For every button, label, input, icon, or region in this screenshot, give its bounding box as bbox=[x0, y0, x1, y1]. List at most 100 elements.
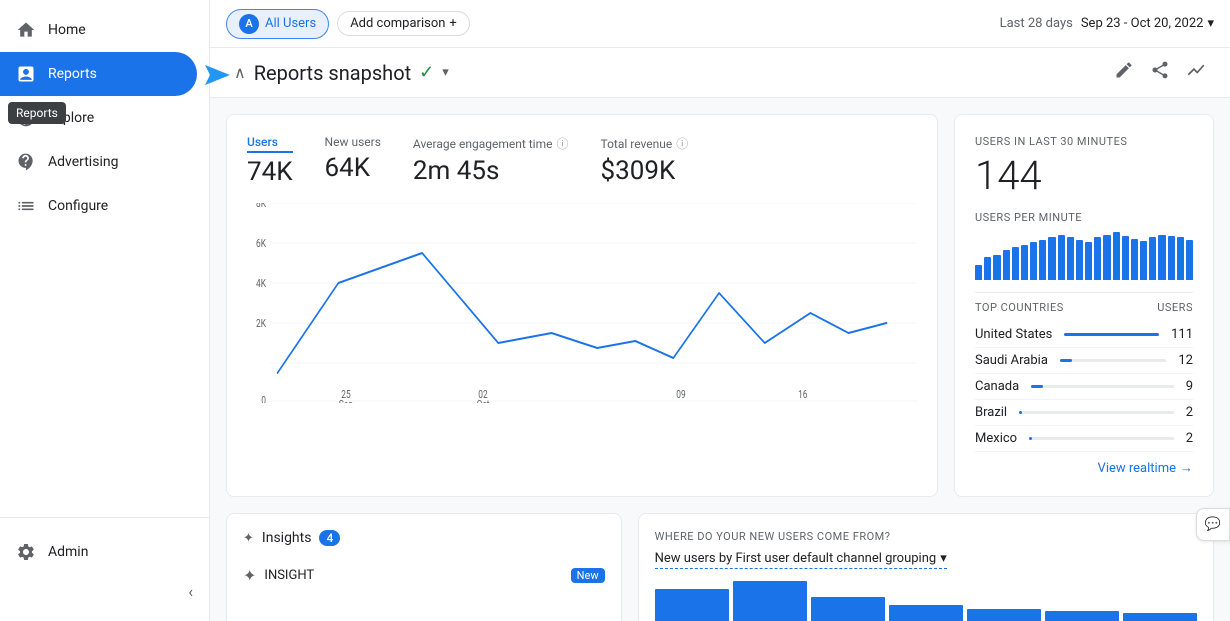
revenue-label: Total revenue ⓘ bbox=[601, 135, 689, 152]
insight-sparkle-icon: ✦ bbox=[243, 566, 256, 585]
share-icon[interactable] bbox=[1150, 60, 1170, 85]
bar-chart-bar bbox=[993, 255, 1000, 280]
sidebar-item-label: Home bbox=[48, 22, 86, 38]
segment-label: All Users bbox=[265, 16, 316, 31]
country-name: United States bbox=[975, 327, 1052, 342]
countries-list: United States 111 Saudi Arabia 12 Canada… bbox=[975, 322, 1193, 452]
where-bars bbox=[655, 581, 1197, 621]
country-count: 2 bbox=[1186, 405, 1193, 420]
country-count: 111 bbox=[1171, 327, 1193, 342]
line-chart: 8K 6K 4K 2K 0 25 Sep 02 Oct 0 bbox=[247, 203, 917, 403]
chart-explore-icon[interactable] bbox=[1186, 60, 1206, 85]
feedback-icon: 💬 bbox=[1205, 517, 1221, 532]
page-header: ∧ Reports snapshot ✓ ▾ bbox=[210, 48, 1230, 98]
admin-icon bbox=[16, 542, 36, 562]
top-bar: A All Users Add comparison + Last 28 day… bbox=[210, 0, 1230, 48]
top-countries-label: TOP COUNTRIES bbox=[975, 301, 1064, 314]
bar-chart-bar bbox=[975, 265, 982, 280]
bar-chart-bar bbox=[1094, 237, 1101, 280]
users-stat: Users 74K bbox=[247, 135, 293, 187]
realtime-section-label: USERS IN LAST 30 MINUTES bbox=[975, 135, 1193, 148]
insights-sparkline-icon: ✦ bbox=[243, 531, 254, 546]
title-dropdown-icon[interactable]: ▾ bbox=[442, 65, 449, 80]
bottom-row: ✦ Insights 4 ✦ INSIGHT New WHERE DO YOUR… bbox=[226, 513, 1214, 621]
insight-row: ✦ INSIGHT New bbox=[243, 558, 605, 593]
sidebar-item-home[interactable]: Home bbox=[0, 8, 197, 52]
stats-row: Users 74K New users 64K Average engageme… bbox=[247, 135, 917, 187]
country-bar-area bbox=[1029, 437, 1174, 440]
view-realtime-btn[interactable]: View realtime → bbox=[975, 460, 1193, 476]
add-comparison-btn[interactable]: Add comparison + bbox=[337, 11, 470, 36]
edit-icon[interactable] bbox=[1114, 60, 1134, 85]
users-per-minute-label: USERS PER MINUTE bbox=[975, 211, 1193, 224]
section-collapse-btn[interactable]: ∧ bbox=[234, 63, 246, 82]
title-check-icon: ✓ bbox=[419, 62, 434, 83]
arrow-icon: → bbox=[1180, 460, 1193, 476]
bar-chart-bar bbox=[1012, 247, 1019, 280]
app-container: Home Reports Reports Explore bbox=[0, 0, 1230, 621]
engagement-value: 2m 45s bbox=[413, 156, 569, 186]
page-header-actions bbox=[1114, 60, 1206, 85]
sidebar-nav: Home Reports Reports Explore bbox=[0, 0, 209, 517]
sidebar-item-advertising-label: Advertising bbox=[48, 154, 118, 170]
main-content: A All Users Add comparison + Last 28 day… bbox=[210, 0, 1230, 621]
users-column-label: USERS bbox=[1157, 301, 1193, 314]
users-value: 74K bbox=[247, 157, 293, 187]
add-icon: + bbox=[449, 16, 456, 31]
where-dropdown[interactable]: New users by First user default channel … bbox=[655, 551, 947, 569]
country-name: Canada bbox=[975, 379, 1019, 394]
add-comparison-label: Add comparison bbox=[350, 16, 445, 31]
sidebar-item-advertising[interactable]: Advertising bbox=[0, 140, 197, 184]
bar-chart-bar bbox=[1067, 237, 1074, 280]
sidebar-item-configure[interactable]: Configure bbox=[0, 184, 197, 228]
sidebar: Home Reports Reports Explore bbox=[0, 0, 210, 621]
where-bar bbox=[1045, 611, 1119, 621]
reports-tooltip: Reports bbox=[8, 102, 66, 124]
stats-chart-card: Users 74K New users 64K Average engageme… bbox=[226, 114, 938, 497]
country-bar-fill bbox=[1031, 385, 1042, 388]
where-bar bbox=[1123, 613, 1197, 621]
svg-text:2K: 2K bbox=[256, 318, 267, 330]
content-area: Users 74K New users 64K Average engageme… bbox=[210, 98, 1230, 621]
new-users-stat: New users 64K bbox=[325, 135, 381, 187]
engagement-label: Average engagement time ⓘ bbox=[413, 135, 569, 152]
date-range-picker[interactable]: Sep 23 - Oct 20, 2022 ▾ bbox=[1081, 16, 1214, 31]
sidebar-collapse-btn[interactable]: ‹ bbox=[0, 574, 209, 609]
where-dropdown-icon: ▾ bbox=[940, 551, 947, 566]
all-users-segment-btn[interactable]: A All Users bbox=[226, 9, 329, 39]
svg-text:6K: 6K bbox=[256, 238, 267, 250]
where-card: WHERE DO YOUR NEW USERS COME FROM? New u… bbox=[638, 513, 1214, 621]
country-bar-area bbox=[1031, 385, 1174, 388]
realtime-card: USERS IN LAST 30 MINUTES 144 USERS PER M… bbox=[954, 114, 1214, 497]
country-bar-fill bbox=[1064, 333, 1159, 336]
bar-chart-bar bbox=[1039, 240, 1046, 280]
svg-text:0: 0 bbox=[261, 395, 266, 403]
country-bar-fill bbox=[1060, 359, 1072, 362]
country-count: 2 bbox=[1186, 431, 1193, 446]
sidebar-item-reports[interactable]: Reports bbox=[0, 52, 197, 96]
bar-chart-bar bbox=[1140, 241, 1147, 280]
bar-chart-bar bbox=[1076, 240, 1083, 280]
country-bar-area bbox=[1019, 411, 1174, 414]
top-countries-header: TOP COUNTRIES USERS bbox=[975, 292, 1193, 314]
country-bar-area bbox=[1060, 359, 1166, 362]
country-row: Saudi Arabia 12 bbox=[975, 348, 1193, 374]
chart-svg: 8K 6K 4K 2K 0 25 Sep 02 Oct 0 bbox=[247, 203, 917, 403]
new-users-label: New users bbox=[325, 135, 381, 149]
bar-chart-bar bbox=[1113, 232, 1120, 280]
svg-text:Sep: Sep bbox=[339, 399, 354, 403]
sidebar-item-admin[interactable]: Admin bbox=[0, 530, 197, 574]
bar-chart-bar bbox=[1030, 242, 1037, 280]
insights-header: ✦ Insights 4 bbox=[243, 530, 605, 546]
revenue-value: $309K bbox=[601, 156, 689, 186]
svg-text:Oct: Oct bbox=[477, 399, 490, 403]
bar-chart bbox=[975, 232, 1193, 280]
feedback-btn[interactable]: 💬 bbox=[1196, 508, 1230, 541]
svg-text:16: 16 bbox=[798, 389, 808, 401]
admin-label: Admin bbox=[48, 544, 88, 560]
new-users-value: 64K bbox=[325, 153, 381, 183]
country-name: Saudi Arabia bbox=[975, 353, 1048, 368]
insights-title: Insights bbox=[262, 530, 312, 546]
bar-chart-bar bbox=[1021, 245, 1028, 280]
bar-chart-bar bbox=[1177, 237, 1184, 280]
